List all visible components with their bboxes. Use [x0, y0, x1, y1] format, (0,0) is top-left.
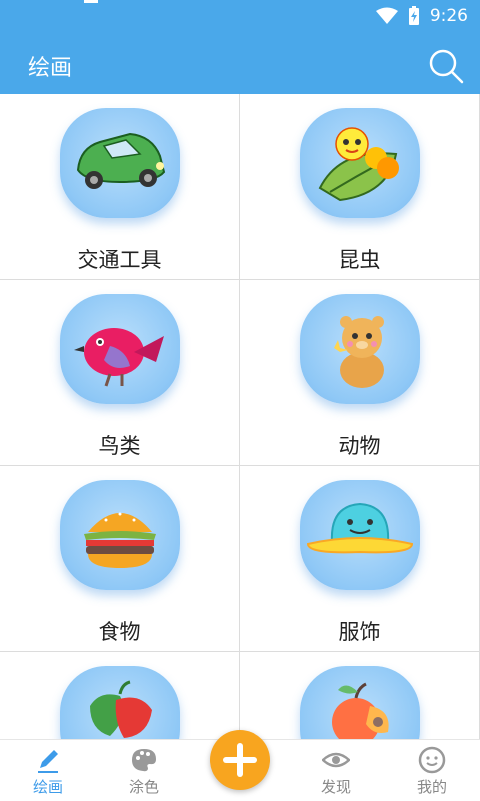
tab-label: 发现	[320, 778, 351, 796]
pepper-icon	[90, 680, 152, 738]
clock-time: 9:26	[429, 6, 468, 26]
pencil-icon	[38, 750, 58, 773]
category-thumbnail	[300, 108, 420, 218]
category-vehicles[interactable]: 交通工具	[0, 94, 240, 280]
app-bar: 绘画	[0, 36, 480, 94]
category-label: 交通工具	[77, 248, 162, 272]
category-label: 食物	[98, 620, 141, 644]
category-thumbnail	[60, 294, 180, 404]
category-food[interactable]: 食物	[0, 466, 240, 652]
smiley-icon	[418, 746, 446, 774]
notification-icon	[84, 0, 98, 3]
caterpillar-icon	[318, 127, 399, 202]
category-insects[interactable]: 昆虫	[240, 94, 480, 280]
tab-label: 涂色	[128, 778, 159, 796]
category-label: 昆虫	[338, 248, 381, 272]
category-birds[interactable]: 鸟类	[0, 280, 240, 466]
category-thumbnail	[300, 480, 420, 590]
battery-icon	[408, 6, 419, 25]
tab-discover[interactable]: 发现	[288, 740, 384, 801]
car-icon	[76, 132, 166, 189]
search-icon	[429, 49, 464, 84]
add-button[interactable]	[210, 730, 270, 790]
category-thumbnail	[60, 480, 180, 590]
category-grid: 交通工具 昆虫 鸟类 动物 食物 服饰	[0, 94, 480, 739]
category-fruits[interactable]	[240, 652, 480, 739]
bird-icon	[74, 328, 164, 387]
wifi-icon	[375, 7, 398, 24]
page-title: 绘画	[28, 56, 73, 81]
hat-icon	[306, 502, 414, 554]
bear-icon	[334, 316, 384, 388]
tab-drawing[interactable]: 绘画	[0, 740, 96, 801]
tab-label: 绘画	[32, 778, 63, 796]
eye-icon	[322, 752, 350, 768]
category-clothing[interactable]: 服饰	[240, 466, 480, 652]
category-label: 鸟类	[98, 434, 141, 458]
category-label: 服饰	[338, 620, 381, 644]
tab-coloring[interactable]: 涂色	[96, 740, 192, 801]
search-button[interactable]	[426, 46, 466, 86]
tab-label: 我的	[416, 778, 447, 796]
category-vegetables[interactable]	[0, 652, 240, 739]
category-thumbnail	[60, 108, 180, 218]
tab-mine[interactable]: 我的	[384, 740, 480, 801]
burger-icon	[84, 512, 156, 568]
category-animals[interactable]: 动物	[240, 280, 480, 466]
status-bar: 9:26	[0, 0, 480, 36]
category-thumbnail	[60, 666, 180, 739]
apricot-icon	[332, 682, 389, 739]
category-thumbnail	[300, 666, 420, 739]
category-label: 动物	[338, 434, 381, 458]
category-thumbnail	[300, 294, 420, 404]
plus-icon	[223, 743, 257, 777]
palette-icon	[132, 749, 156, 772]
